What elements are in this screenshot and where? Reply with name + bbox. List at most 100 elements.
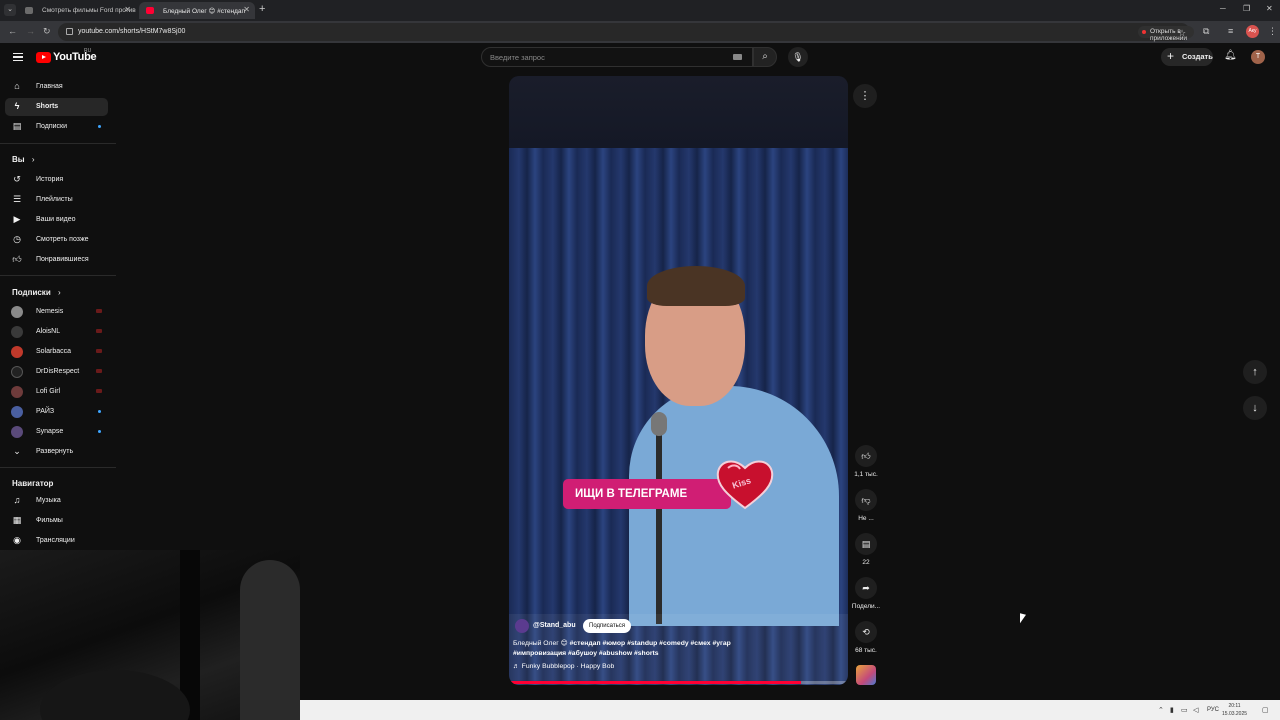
sound-link[interactable]: ♬ Funky Bubblepop · Happy Bob <box>513 663 614 670</box>
subscriptions-section-header[interactable]: Подписки › <box>12 288 61 297</box>
sidebar-item-watch-later[interactable]: ◷ Смотреть позже <box>5 231 108 249</box>
avatar <box>11 346 23 358</box>
sidebar-item-label: Shorts <box>36 103 59 110</box>
search-button[interactable]: ⌕ <box>753 47 777 67</box>
sidebar-item-live[interactable]: ◉ Трансляции <box>5 532 108 550</box>
tray-overflow-icon[interactable]: ⌃ <box>1158 706 1164 714</box>
you-section-header[interactable]: Вы › <box>12 155 35 164</box>
keyboard-icon[interactable] <box>733 54 742 60</box>
share-button[interactable]: ➦ <box>855 577 877 599</box>
taskbar-clock[interactable]: 20:11 15.03.2025 <box>1222 702 1247 718</box>
create-label: Создать <box>1182 52 1213 61</box>
tab-close-icon[interactable]: ✕ <box>124 5 131 14</box>
like-button[interactable]: 👍︎ <box>855 445 877 467</box>
back-icon[interactable]: ← <box>8 26 17 36</box>
reload-icon[interactable]: ↻ <box>43 26 51 37</box>
arrow-up-icon: ↑ <box>1252 366 1258 378</box>
voice-search-button[interactable]: 🎙 <box>788 47 808 67</box>
sidebar-sub-lofi-girl[interactable]: Lofi Girl <box>5 383 108 401</box>
tab-favicon-icon <box>146 7 154 14</box>
channel-avatar[interactable] <box>515 619 529 633</box>
tray-network-icon[interactable]: ▭ <box>1181 706 1188 714</box>
media-controls-icon[interactable]: ≡ <box>1228 26 1233 36</box>
video-promo-banner: ИЩИ В ТЕЛЕГРАМЕ <box>563 479 732 509</box>
mic-icon: 🎙 <box>792 52 804 62</box>
sidebar-sub-drdisrespect[interactable]: DrDisRespect <box>5 363 108 381</box>
more-options-button[interactable]: ⋮ <box>853 84 877 108</box>
browser-tab-1[interactable]: Смотреть фильмы Ford против ✕ <box>18 2 136 19</box>
sidebar-item-music[interactable]: ♫ Музыка <box>5 492 108 510</box>
sidebar-item-label: Развернуть <box>36 448 74 455</box>
notifications-icon[interactable]: ▢ <box>1262 706 1269 714</box>
close-window-icon[interactable]: ✕ <box>1266 4 1273 13</box>
minimize-icon[interactable]: ─ <box>1220 4 1226 13</box>
sound-thumbnail[interactable] <box>856 665 876 685</box>
you-header-label: Вы <box>12 155 25 164</box>
live-badge-icon <box>96 309 102 313</box>
sidebar-item-history[interactable]: ↺ История <box>5 171 108 189</box>
live-badge-icon <box>96 349 102 353</box>
subscriptions-icon: ▤ <box>12 121 22 131</box>
comments-button[interactable]: ▤ <box>855 533 877 555</box>
like-count: 1,1 тыс. <box>854 471 878 478</box>
short-title-text: Бледный Олег 😊 <box>513 640 570 647</box>
bookmark-star-icon[interactable]: ☆ <box>1178 28 1186 39</box>
short-title[interactable]: Бледный Олег 😊 #стендап #юмор #standup #… <box>513 639 773 659</box>
sidebar-sub-nemesis[interactable]: Nemesis <box>5 303 108 321</box>
create-button[interactable]: + Создать <box>1161 48 1213 66</box>
dislike-button[interactable]: 👎︎ <box>855 489 877 511</box>
playlists-icon: ☰ <box>12 194 22 204</box>
remix-button[interactable]: ⟲ <box>855 621 877 643</box>
sidebar-item-label: Ваши видео <box>36 216 76 223</box>
address-bar[interactable]: youtube.com/shorts/HStM7w8Sj00 Открыть в… <box>58 23 1194 42</box>
restore-icon[interactable]: ❐ <box>1243 4 1250 13</box>
site-info-icon[interactable] <box>66 28 73 35</box>
extensions-icon[interactable]: ⧉ <box>1203 26 1209 37</box>
url-text: youtube.com/shorts/HStM7w8Sj00 <box>78 28 186 35</box>
sidebar-item-liked[interactable]: 👍︎ Понравившиеся <box>5 251 108 269</box>
youtube-play-icon <box>36 52 51 63</box>
browser-tab-2[interactable]: Бледный Олег 😊 #стендап ✕ <box>139 2 255 19</box>
video-top-area <box>509 76 848 148</box>
sidebar-sub-synapse[interactable]: Synapse <box>5 423 108 441</box>
account-avatar[interactable]: T <box>1251 50 1265 64</box>
sidebar-divider <box>0 467 116 468</box>
sidebar-item-home[interactable]: ⌂ Главная <box>5 78 108 96</box>
next-short-button[interactable]: ↓ <box>1243 396 1267 420</box>
video-progress-bar[interactable] <box>509 681 848 684</box>
comment-icon: ▤ <box>861 539 871 549</box>
forward-icon[interactable]: → <box>26 26 35 36</box>
sidebar-sub-raiz[interactable]: РАЙЗ <box>5 403 108 421</box>
browser-profile-avatar[interactable]: Аку <box>1246 25 1259 38</box>
subscribe-button[interactable]: Подписаться <box>583 619 631 633</box>
channel-name[interactable]: @Stand_abu <box>533 622 576 629</box>
sidebar-item-your-videos[interactable]: ▶ Ваши видео <box>5 211 108 229</box>
tab-search-button[interactable]: ⌄ <box>4 4 16 16</box>
tray-volume-icon[interactable]: ◁ <box>1193 706 1198 714</box>
clock-date: 15.03.2025 <box>1222 711 1248 717</box>
sidebar-sub-solarbacca[interactable]: Solarbacca <box>5 343 108 361</box>
tab-close-icon[interactable]: ✕ <box>243 5 250 14</box>
chevron-right-icon: › <box>57 288 61 297</box>
avatar <box>11 426 23 438</box>
browser-menu-icon[interactable]: ⋮ <box>1268 26 1277 37</box>
tray-mic-icon[interactable]: ▮ <box>1170 706 1174 714</box>
liked-icon: 👍︎ <box>12 254 22 264</box>
search-input[interactable] <box>490 51 720 63</box>
menu-icon[interactable] <box>13 53 23 61</box>
shorts-icon: ϟ <box>14 101 20 111</box>
comments-action: ▤ 22 <box>845 533 887 566</box>
input-language[interactable]: РУС <box>1207 707 1219 713</box>
tab-title: Смотреть фильмы Ford против <box>42 7 136 14</box>
new-tab-button[interactable]: + <box>259 3 265 15</box>
notifications-bell-icon[interactable]: 🔔︎ <box>1224 50 1237 61</box>
sidebar-sub-aloisnl[interactable]: AloisNL <box>5 323 108 341</box>
sidebar-item-subscriptions[interactable]: ▤ Подписки <box>5 118 108 136</box>
previous-short-button[interactable]: ↑ <box>1243 360 1267 384</box>
sidebar-item-playlists[interactable]: ☰ Плейлисты <box>5 191 108 209</box>
more-vert-icon: ⋮ <box>859 90 871 102</box>
sidebar-item-shorts[interactable]: ϟ Shorts <box>5 98 108 116</box>
shorts-video-player[interactable]: ИЩИ В ТЕЛЕГРАМЕ Kiss @Stand_abu Подписат… <box>509 76 848 685</box>
sidebar-item-movies[interactable]: ▦ Фильмы <box>5 512 108 530</box>
sidebar-expand[interactable]: ⌄ Развернуть <box>5 443 108 461</box>
